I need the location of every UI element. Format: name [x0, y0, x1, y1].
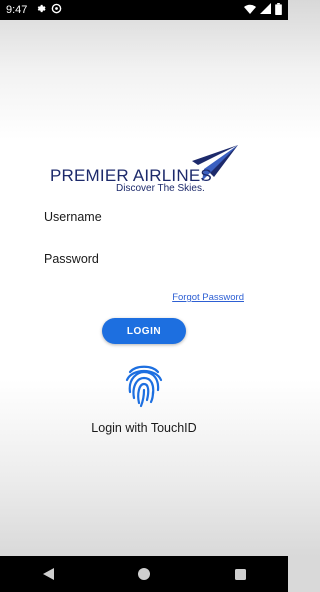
touchid-label[interactable]: Login with TouchID [0, 421, 288, 435]
status-time: 9:47 [6, 4, 28, 16]
username-field[interactable] [42, 224, 248, 246]
gear-icon [35, 3, 46, 17]
fingerprint-icon[interactable] [124, 362, 164, 413]
wifi-icon [244, 4, 256, 17]
login-button[interactable]: LOGIN [102, 318, 186, 344]
signal-icon [260, 3, 271, 17]
battery-icon [275, 2, 282, 18]
password-label: Password [44, 252, 99, 266]
status-bar: 9:47 [0, 0, 288, 20]
airline-logo: PREMIER AIRLINES Discover The Skies. [50, 143, 240, 195]
back-icon[interactable] [38, 564, 58, 584]
recents-icon[interactable] [230, 564, 250, 584]
home-icon[interactable] [134, 564, 154, 584]
password-field[interactable] [42, 266, 248, 288]
brand-tagline: Discover The Skies. [116, 183, 205, 194]
at-icon [51, 3, 62, 17]
forgot-password-link[interactable]: Forgot Password [172, 292, 244, 303]
system-nav-bar [0, 556, 288, 592]
username-label: Username [44, 210, 102, 224]
